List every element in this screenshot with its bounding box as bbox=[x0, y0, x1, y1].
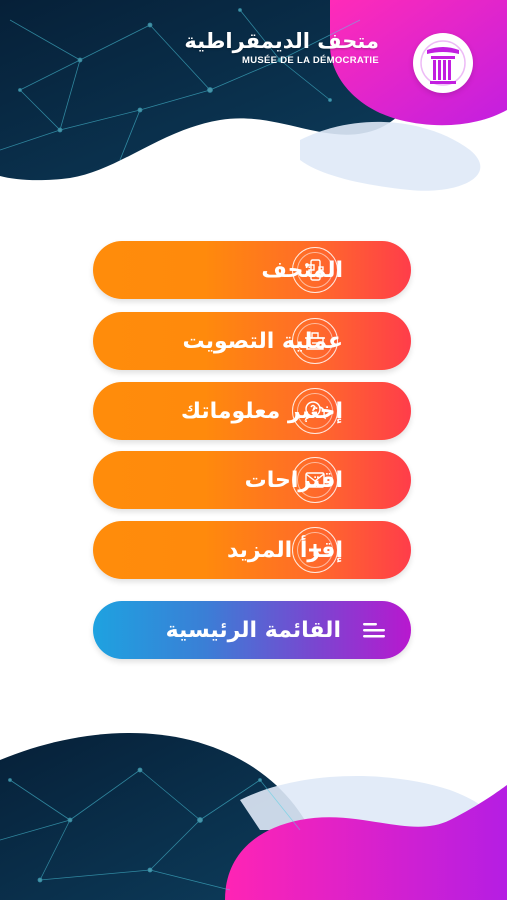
quiz-chat-bubbles-icon bbox=[292, 388, 338, 434]
ballot-box-icon bbox=[292, 318, 338, 364]
main-menu-label: القائمة الرئيسية bbox=[165, 617, 341, 643]
hamburger-menu-icon bbox=[363, 623, 385, 638]
menu-item-voting-process[interactable]: عملية التصويت bbox=[93, 312, 411, 370]
main-menu-button[interactable]: القائمة الرئيسية bbox=[93, 601, 411, 659]
menu-item-read-more[interactable]: إقرأ المزيد bbox=[93, 521, 411, 579]
museum-map-phone-icon bbox=[292, 247, 338, 293]
main-menu: المتحف عملية التصويت إختبر معلوماتك اقتر… bbox=[0, 0, 507, 900]
plus-icon bbox=[292, 527, 338, 573]
menu-item-suggestions[interactable]: اقتراحات bbox=[93, 451, 411, 509]
envelope-icon bbox=[292, 457, 338, 503]
menu-item-test-knowledge[interactable]: إختبر معلوماتك bbox=[93, 382, 411, 440]
menu-item-museum[interactable]: المتحف bbox=[93, 241, 411, 299]
